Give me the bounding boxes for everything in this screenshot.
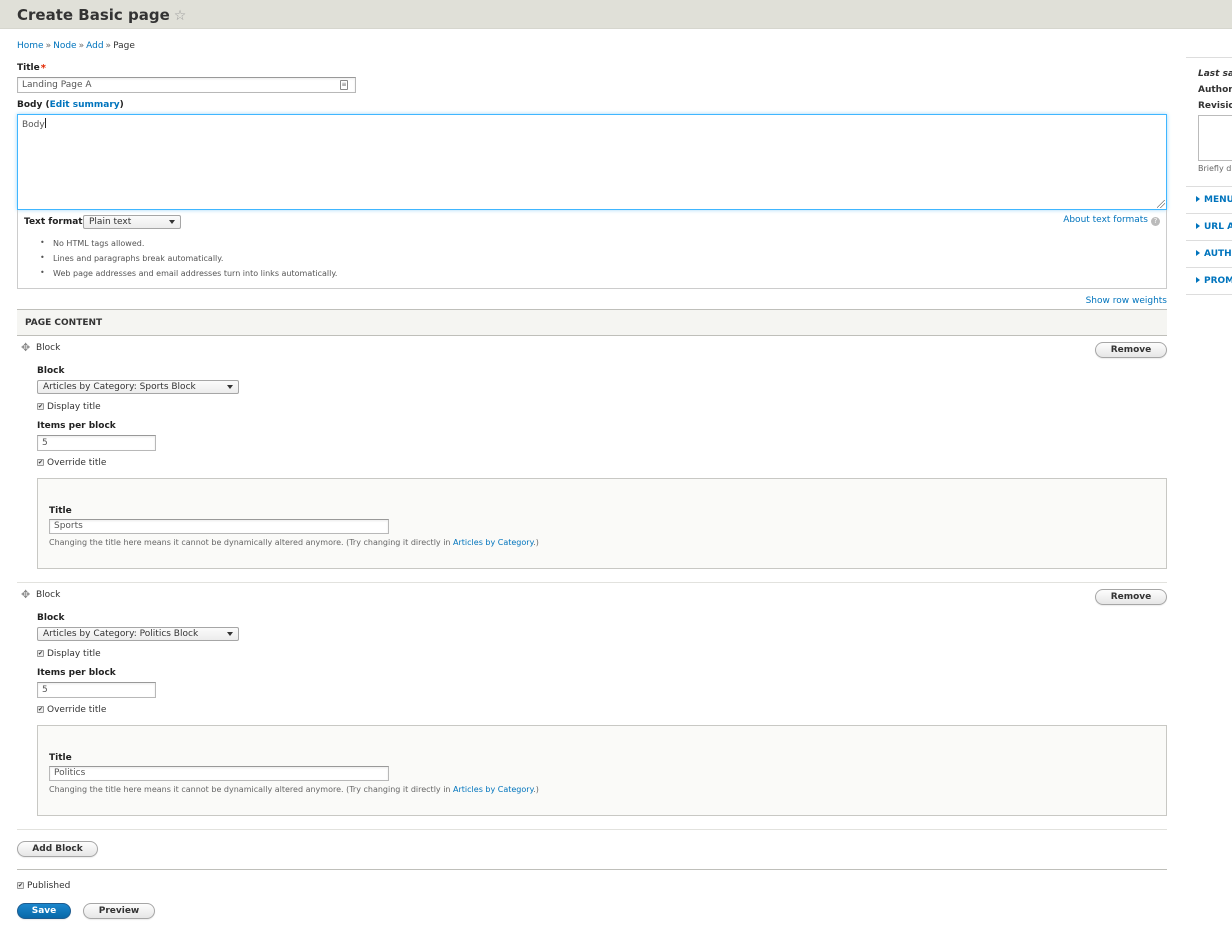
breadcrumb-current: Page <box>113 41 135 51</box>
revision-description: Briefly d <box>1198 164 1232 173</box>
triangle-right-icon <box>1196 250 1200 256</box>
triangle-right-icon <box>1196 223 1200 229</box>
remove-button[interactable]: Remove <box>1095 342 1167 358</box>
section-divider <box>17 869 1167 870</box>
revision-label: Revisio <box>1198 101 1232 111</box>
display-title-checkbox[interactable]: ✔ <box>37 403 44 410</box>
triangle-right-icon <box>1196 277 1200 283</box>
show-row-weights-link[interactable]: Show row weights <box>1086 296 1167 306</box>
text-format-wrapper: Text format Plain text About text format… <box>17 210 1167 289</box>
override-title-checkbox[interactable]: ✔ <box>37 706 44 713</box>
display-title-checkbox[interactable]: ✔ <box>37 650 44 657</box>
override-title-fieldset: Title Politics Changing the title here m… <box>37 725 1167 816</box>
autofill-icon: ≡ <box>340 80 348 90</box>
items-per-block-label: Items per block <box>37 668 116 678</box>
resize-handle[interactable] <box>1157 200 1165 208</box>
items-per-block-input[interactable]: 5 <box>37 435 156 451</box>
title-input[interactable]: Landing Page A ≡ <box>17 77 356 93</box>
star-outline-icon[interactable]: ☆ <box>174 8 187 24</box>
revision-log-textarea[interactable] <box>1198 115 1232 161</box>
display-title-label: Display title <box>47 649 101 659</box>
override-title-help: Changing the title here means it cannot … <box>49 785 539 794</box>
page-header: Create Basic page ☆ <box>0 0 1232 29</box>
about-text-formats-link[interactable]: About text formats <box>1063 215 1148 225</box>
block-row-label: Block <box>36 590 61 600</box>
text-format-label: Text format <box>24 217 83 227</box>
sidebar-item-url-alias[interactable]: URL A <box>1186 214 1232 241</box>
sidebar-item-authoring[interactable]: AUTH <box>1186 241 1232 268</box>
row-divider <box>17 829 1167 830</box>
save-button[interactable]: Save <box>17 903 71 919</box>
text-cursor <box>44 118 46 128</box>
override-title-help: Changing the title here means it cannot … <box>49 538 539 547</box>
format-tip: Web page addresses and email addresses t… <box>35 268 337 284</box>
breadcrumb: Home» Node» Add» Page <box>17 41 135 51</box>
help-icon[interactable]: ? <box>1151 217 1160 226</box>
last-saved-label: Last sa <box>1198 69 1232 79</box>
sidebar-item-promotion[interactable]: PROM <box>1186 268 1232 295</box>
articles-by-category-link[interactable]: Articles by Category <box>453 785 533 794</box>
row-divider <box>17 582 1167 583</box>
drag-handle-icon[interactable]: ✥ <box>21 342 31 353</box>
page-title: Create Basic page ☆ <box>17 6 187 24</box>
published-label: Published <box>27 881 71 891</box>
text-format-select[interactable]: Plain text <box>83 215 181 229</box>
title-label: Title* <box>17 63 46 74</box>
override-title-input[interactable]: Politics <box>49 766 389 781</box>
triangle-right-icon <box>1196 196 1200 202</box>
page-content-heading: PAGE CONTENT <box>17 309 1167 336</box>
block-row-label: Block <box>36 343 61 353</box>
block-select[interactable]: Articles by Category: Politics Block <box>37 627 239 641</box>
override-title-checkbox[interactable]: ✔ <box>37 459 44 466</box>
required-marker: * <box>40 63 46 74</box>
override-title-field-label: Title <box>49 753 72 763</box>
format-tip: No HTML tags allowed. <box>35 238 337 254</box>
sidebar-item-menu[interactable]: MENU <box>1186 187 1232 214</box>
override-title-field-label: Title <box>49 506 72 516</box>
breadcrumb-add[interactable]: Add <box>86 41 103 51</box>
preview-button[interactable]: Preview <box>83 903 155 919</box>
chevron-down-icon <box>227 632 233 636</box>
items-per-block-input[interactable]: 5 <box>37 682 156 698</box>
body-textarea[interactable]: Body <box>17 114 1167 210</box>
override-title-input[interactable]: Sports <box>49 519 389 534</box>
edit-summary-link[interactable]: Edit summary <box>50 100 120 110</box>
published-checkbox[interactable]: ✔ <box>17 882 24 889</box>
items-per-block-label: Items per block <box>37 421 116 431</box>
about-text-formats: About text formats? <box>1063 215 1160 226</box>
block-select[interactable]: Articles by Category: Sports Block <box>37 380 239 394</box>
remove-button[interactable]: Remove <box>1095 589 1167 605</box>
override-title-label: Override title <box>47 458 107 468</box>
meta-sidebar: Last sa Author Revisio Briefly d MENU UR… <box>1186 57 1232 297</box>
body-label: Body (Edit summary) <box>17 100 124 110</box>
drag-handle-icon[interactable]: ✥ <box>21 589 31 600</box>
override-title-fieldset: Title Sports Changing the title here mea… <box>37 478 1167 569</box>
chevron-down-icon <box>227 385 233 389</box>
block-label: Block <box>37 366 65 376</box>
breadcrumb-home[interactable]: Home <box>17 41 44 51</box>
block-label: Block <box>37 613 65 623</box>
author-label: Author <box>1198 85 1232 95</box>
format-tip: Lines and paragraphs break automatically… <box>35 253 337 269</box>
display-title-label: Display title <box>47 402 101 412</box>
override-title-label: Override title <box>47 705 107 715</box>
breadcrumb-node[interactable]: Node <box>53 41 77 51</box>
add-block-button[interactable]: Add Block <box>17 841 98 857</box>
articles-by-category-link[interactable]: Articles by Category <box>453 538 533 547</box>
format-tips: No HTML tags allowed. Lines and paragrap… <box>35 238 337 284</box>
chevron-down-icon <box>169 220 175 224</box>
